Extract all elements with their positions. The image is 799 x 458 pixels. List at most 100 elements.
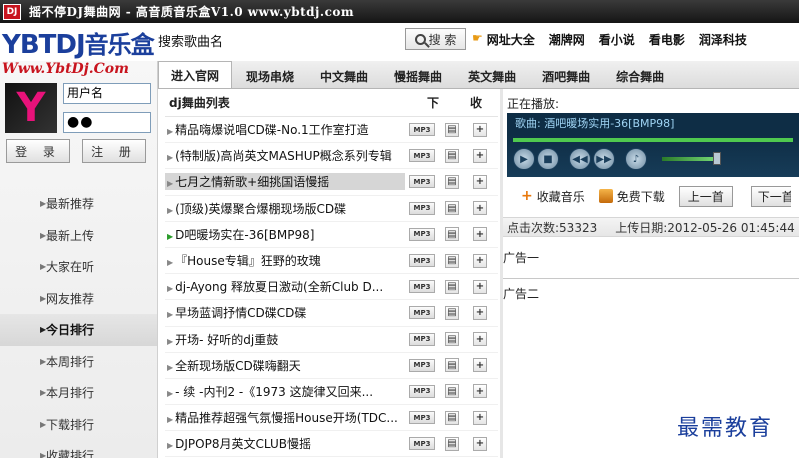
- download-song-button[interactable]: ▤: [445, 201, 459, 216]
- song-title[interactable]: ▶ 『House专辑』狂野的玫瑰: [165, 252, 405, 269]
- song-title[interactable]: ▶ 全新现场版CD碟嗨翻天: [165, 357, 405, 374]
- song-row[interactable]: ▶ D吧暖场实在-36[BMP98] MP3 ▤ +: [165, 222, 498, 248]
- favorite-song-button[interactable]: +: [473, 358, 487, 373]
- ad-slot-1[interactable]: 广告一: [503, 249, 539, 266]
- favorite-song-button[interactable]: +: [473, 174, 487, 189]
- sidebar-item-7[interactable]: ▶ 下载排行: [0, 409, 157, 441]
- link-websites[interactable]: 网址大全: [487, 31, 535, 48]
- download-song-button[interactable]: ▤: [445, 279, 459, 294]
- tab-2[interactable]: 中文舞曲: [308, 64, 380, 88]
- tab-3[interactable]: 慢摇舞曲: [382, 64, 454, 88]
- download-song-button[interactable]: ▤: [445, 148, 459, 163]
- favorite-song-button[interactable]: +: [473, 410, 487, 425]
- login-button[interactable]: 登 录: [6, 139, 70, 163]
- mp3-badge[interactable]: MP3: [409, 306, 435, 320]
- favorite-song-button[interactable]: +: [473, 148, 487, 163]
- mp3-badge[interactable]: MP3: [409, 227, 435, 241]
- song-title[interactable]: ▶ 开场- 好听的dj重鼓: [165, 331, 405, 348]
- song-row[interactable]: ▶ 七月之情新歌+细挑国语慢摇 MP3 ▤ +: [165, 169, 498, 196]
- favorite-song-button[interactable]: +: [473, 279, 487, 294]
- mp3-badge[interactable]: MP3: [409, 411, 435, 425]
- username-field[interactable]: 用户名: [63, 83, 151, 104]
- song-row[interactable]: ▶ (顶级)英爆聚合爆棚现场版CD碟 MP3 ▤ +: [165, 196, 498, 222]
- mp3-badge[interactable]: MP3: [409, 358, 435, 372]
- download-song-button[interactable]: ▤: [445, 332, 459, 347]
- favorite-song-button[interactable]: +: [473, 305, 487, 320]
- tab-1[interactable]: 现场串烧: [234, 64, 306, 88]
- song-title[interactable]: ▶ D吧暖场实在-36[BMP98]: [165, 226, 405, 243]
- tab-5[interactable]: 酒吧舞曲: [530, 64, 602, 88]
- volume-slider[interactable]: [662, 157, 720, 161]
- song-title[interactable]: ▶ 七月之情新歌+细挑国语慢摇: [165, 173, 405, 191]
- favorite-song-button[interactable]: +: [473, 436, 487, 451]
- play-button[interactable]: ▶: [513, 148, 535, 170]
- favorite-button[interactable]: + 收藏音乐: [521, 188, 585, 205]
- mp3-badge[interactable]: MP3: [409, 201, 435, 215]
- favorite-song-button[interactable]: +: [473, 384, 487, 399]
- song-row[interactable]: ▶ 开场- 好听的dj重鼓 MP3 ▤ +: [165, 327, 498, 353]
- mp3-badge[interactable]: MP3: [409, 384, 435, 398]
- song-row[interactable]: ▶ 全新现场版CD碟嗨翻天 MP3 ▤ +: [165, 353, 498, 379]
- song-row[interactable]: ▶ DJPOP8月英文CLUB慢摇 MP3 ▤ +: [165, 431, 498, 458]
- favorite-song-button[interactable]: +: [473, 227, 487, 242]
- song-title[interactable]: ▶ 精品推荐超强气氛慢摇House开场(TDC...: [165, 409, 405, 426]
- download-song-button[interactable]: ▤: [445, 174, 459, 189]
- link-movies[interactable]: 看电影: [649, 31, 685, 48]
- favorite-song-button[interactable]: +: [473, 253, 487, 268]
- download-song-button[interactable]: ▤: [445, 122, 459, 137]
- mute-button[interactable]: ♪: [625, 148, 647, 170]
- volume-handle[interactable]: [713, 152, 722, 165]
- favorite-song-button[interactable]: +: [473, 122, 487, 137]
- song-title[interactable]: ▶ DJPOP8月英文CLUB慢摇: [165, 435, 405, 452]
- download-song-button[interactable]: ▤: [445, 410, 459, 425]
- prev-button[interactable]: 上一首: [678, 185, 733, 207]
- tab-0[interactable]: 进入官网: [158, 61, 233, 88]
- link-novels[interactable]: 看小说: [599, 31, 635, 48]
- sidebar-item-1[interactable]: ▶ 最新上传: [0, 220, 157, 252]
- next-button[interactable]: 下一首: [750, 185, 791, 207]
- sidebar-item-6[interactable]: ▶ 本月排行: [0, 377, 157, 409]
- mp3-badge[interactable]: MP3: [409, 437, 435, 451]
- sidebar-item-4[interactable]: ▶ 今日排行: [0, 314, 157, 346]
- download-song-button[interactable]: ▤: [445, 253, 459, 268]
- download-song-button[interactable]: ▤: [445, 384, 459, 399]
- song-title[interactable]: ▶ 精品嗨爆说唱CD碟-No.1工作室打造: [165, 121, 405, 138]
- song-row[interactable]: ▶ (特制版)高尚英文MASHUP概念系列专辑 MP3 ▤ +: [165, 143, 498, 170]
- sidebar-item-2[interactable]: ▶ 大家在听: [0, 251, 157, 283]
- rewind-button[interactable]: ◀◀: [569, 148, 591, 170]
- song-title[interactable]: ▶ 早场蓝调抒情CD碟CD碟: [165, 304, 405, 321]
- sidebar-item-0[interactable]: ▶ 最新推荐: [0, 188, 157, 220]
- favorite-song-button[interactable]: +: [473, 332, 487, 347]
- download-song-button[interactable]: ▤: [445, 227, 459, 242]
- favorite-song-button[interactable]: +: [473, 201, 487, 216]
- song-title[interactable]: ▶ - 续 -内刊2 -《1973 这旋律又回来...: [165, 383, 405, 400]
- ad-slot-2[interactable]: 广告二: [503, 285, 539, 302]
- mp3-badge[interactable]: MP3: [409, 254, 435, 268]
- song-row[interactable]: ▶ 精品推荐超强气氛慢摇House开场(TDC... MP3 ▤ +: [165, 405, 498, 432]
- song-title[interactable]: ▶ (顶级)英爆聚合爆棚现场版CD碟: [165, 200, 405, 217]
- song-row[interactable]: ▶ - 续 -内刊2 -《1973 这旋律又回来... MP3 ▤ +: [165, 379, 498, 406]
- song-row[interactable]: ▶ 『House专辑』狂野的玫瑰 MP3 ▤ +: [165, 248, 498, 275]
- song-row[interactable]: ▶ 早场蓝调抒情CD碟CD碟 MP3 ▤ +: [165, 300, 498, 327]
- forward-button[interactable]: ▶▶: [593, 148, 615, 170]
- download-button[interactable]: 免费下载: [598, 188, 665, 205]
- sidebar-item-5[interactable]: ▶ 本周排行: [0, 346, 157, 378]
- download-song-button[interactable]: ▤: [445, 305, 459, 320]
- search-button[interactable]: 搜 索: [405, 28, 466, 50]
- link-fashion[interactable]: 潮牌网: [549, 31, 585, 48]
- progress-bar[interactable]: [513, 138, 793, 142]
- password-field[interactable]: ●●: [63, 112, 151, 133]
- search-input[interactable]: 搜索歌曲名: [158, 31, 223, 50]
- song-title[interactable]: ▶ (特制版)高尚英文MASHUP概念系列专辑: [165, 147, 405, 164]
- register-button[interactable]: 注 册: [82, 139, 146, 163]
- stop-button[interactable]: ■: [537, 148, 559, 170]
- mp3-badge[interactable]: MP3: [409, 280, 435, 294]
- mp3-badge[interactable]: MP3: [409, 123, 435, 137]
- download-song-button[interactable]: ▤: [445, 358, 459, 373]
- mp3-badge[interactable]: MP3: [409, 332, 435, 346]
- tab-4[interactable]: 英文舞曲: [456, 64, 528, 88]
- sidebar-item-8[interactable]: ▶ 收藏排行: [0, 440, 157, 458]
- tab-6[interactable]: 综合舞曲: [604, 64, 676, 88]
- mp3-badge[interactable]: MP3: [409, 175, 435, 189]
- download-song-button[interactable]: ▤: [445, 436, 459, 451]
